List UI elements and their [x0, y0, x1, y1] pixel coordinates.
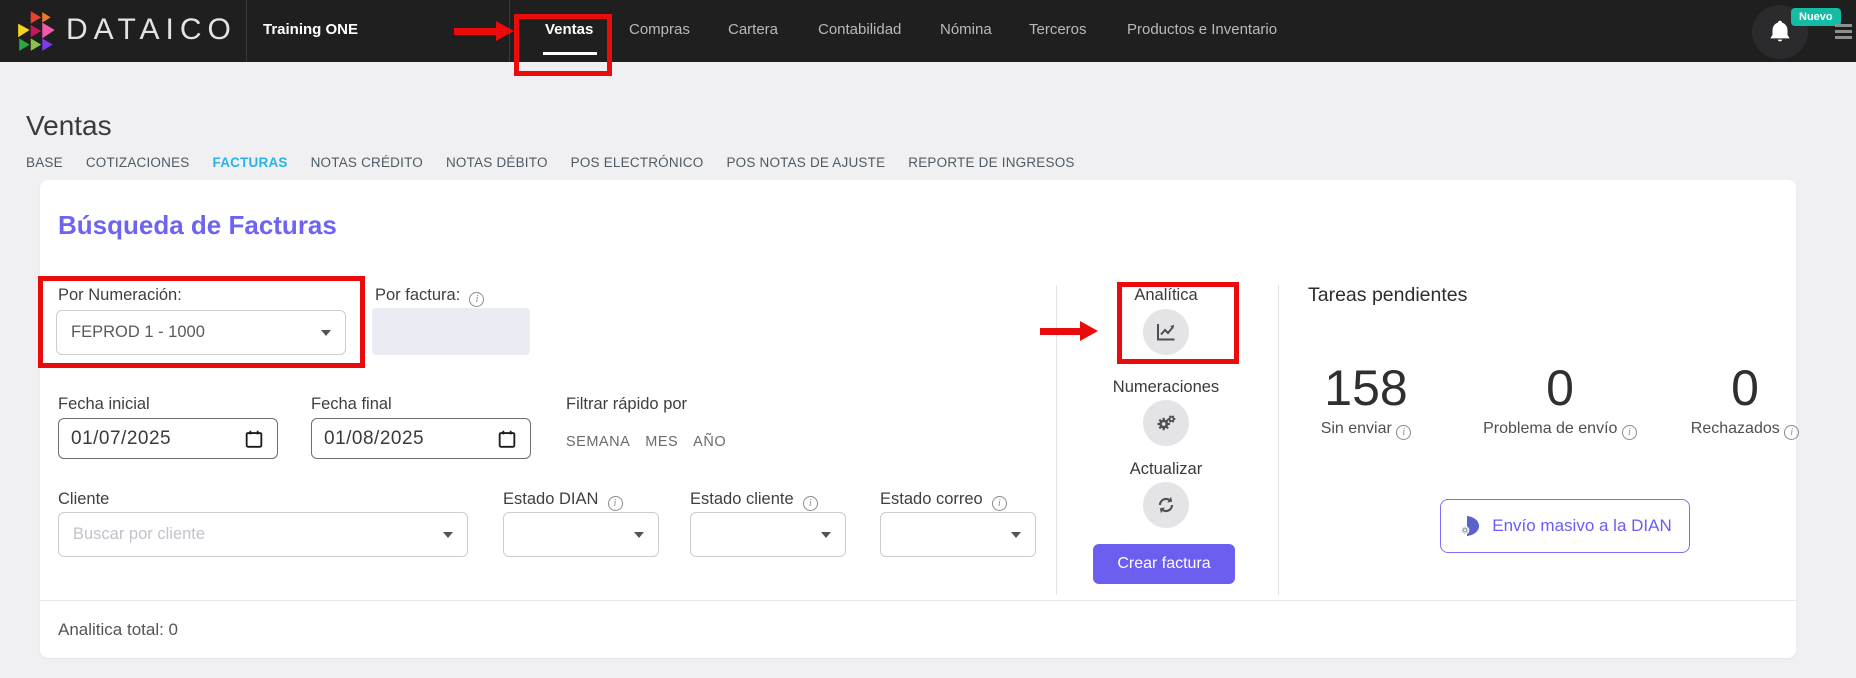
dataico-logo[interactable] [14, 9, 60, 53]
estado-dian-select[interactable] [503, 512, 659, 557]
menu-icon[interactable] [1835, 24, 1852, 42]
info-icon[interactable]: i [802, 496, 818, 511]
cliente-select[interactable]: Buscar por cliente [58, 512, 468, 557]
tab-reporte-de-ingresos[interactable]: REPORTE DE INGRESOS [908, 155, 1074, 170]
nav-item-cartera[interactable]: Cartera [728, 21, 778, 38]
page-title: Ventas [26, 110, 112, 141]
quick-filter-mes[interactable]: MES [645, 434, 678, 450]
fecha-inicial-label: Fecha inicial [58, 395, 150, 413]
calendar-icon[interactable] [496, 428, 518, 450]
estado-correo-label: Estado correo i [880, 490, 1007, 511]
quick-filter-semana[interactable]: SEMANA [566, 434, 630, 450]
info-icon[interactable]: i [1621, 425, 1637, 440]
gears-icon [1157, 415, 1176, 431]
dian-logo-icon [1460, 516, 1480, 536]
stat-value: 0 [1731, 360, 1759, 416]
annotation-box-ventas [514, 14, 612, 76]
quick-filter-label: Filtrar rápido por [566, 395, 688, 413]
quick-filter-options: SEMANA MES AÑO [566, 434, 726, 450]
calendar-icon[interactable] [243, 428, 265, 450]
tab-pos-electronico[interactable]: POS ELECTRÓNICO [571, 155, 704, 170]
fecha-final-input[interactable]: 01/08/2025 [311, 418, 531, 459]
stat-label: Problema de envío i [1470, 420, 1650, 440]
card-divider [1278, 285, 1279, 595]
estado-correo-select[interactable] [880, 512, 1036, 557]
nav-item-compras[interactable]: Compras [629, 21, 690, 38]
chevron-down-icon [443, 531, 453, 538]
crear-factura-button[interactable]: Crear factura [1093, 544, 1235, 584]
card-title: Búsqueda de Facturas [58, 210, 337, 240]
analitica-total-text: Analitica total: 0 [58, 620, 179, 639]
company-selector[interactable]: Training ONE [263, 21, 358, 38]
quick-filter-ano[interactable]: AÑO [693, 434, 726, 450]
annotation-arrow-analitica [1040, 328, 1082, 335]
stat-problema-envio: 0 Problema de envío i [1470, 360, 1650, 440]
estado-dian-label: Estado DIAN i [503, 490, 623, 511]
tab-notas-debito[interactable]: NOTAS DÉBITO [446, 155, 548, 170]
tab-base[interactable]: BASE [26, 155, 63, 170]
factura-input[interactable] [372, 308, 530, 355]
card-footer-divider [40, 600, 1796, 601]
cliente-label: Cliente [58, 490, 110, 508]
tab-pos-notas-de-ajuste[interactable]: POS NOTAS DE AJUSTE [726, 155, 885, 170]
info-icon[interactable]: i [469, 292, 485, 307]
nav-item-nomina[interactable]: Nómina [940, 21, 992, 38]
numeraciones-button[interactable] [1143, 400, 1189, 446]
stat-label: Rechazados i [1655, 420, 1835, 440]
tab-facturas[interactable]: FACTURAS [213, 155, 288, 170]
envio-masivo-dian-button[interactable]: Envío masivo a la DIAN [1440, 499, 1690, 553]
factura-label: Por factura: i [375, 286, 485, 307]
annotation-arrowhead-analitica [1080, 321, 1098, 341]
tab-cotizaciones[interactable]: COTIZACIONES [86, 155, 190, 170]
tareas-pendientes-title: Tareas pendientes [1308, 284, 1468, 306]
annotation-arrowhead-nav [496, 21, 514, 41]
estado-cliente-label: Estado cliente i [690, 490, 818, 511]
numeraciones-label: Numeraciones [1112, 378, 1220, 396]
brand-wordmark: DATAICO [66, 13, 237, 46]
actualizar-button[interactable] [1143, 482, 1189, 528]
estado-cliente-select[interactable] [690, 512, 846, 557]
navbar: DATAICO Training ONE Ventas Compras Cart… [0, 0, 1856, 62]
navbar-divider [246, 0, 247, 62]
stat-label: Sin enviar i [1276, 420, 1456, 440]
info-icon[interactable]: i [607, 496, 623, 511]
cliente-placeholder: Buscar por cliente [73, 525, 206, 543]
stat-rechazados: 0 Rechazados i [1655, 360, 1835, 440]
new-badge: Nuevo [1791, 8, 1841, 26]
info-icon[interactable]: i [991, 496, 1007, 511]
tab-notas-credito[interactable]: NOTAS CRÉDITO [311, 155, 423, 170]
chevron-down-icon [821, 531, 831, 538]
refresh-icon [1158, 496, 1174, 514]
nav-item-productos[interactable]: Productos e Inventario [1127, 21, 1277, 38]
stat-value: 158 [1324, 360, 1408, 416]
stat-value: 0 [1546, 360, 1574, 416]
chevron-down-icon [1011, 531, 1021, 538]
section-tabs: BASE COTIZACIONES FACTURAS NOTAS CRÉDITO… [26, 155, 1075, 170]
annotation-box-analitica [1117, 282, 1239, 364]
annotation-arrow-nav [454, 28, 498, 35]
info-icon[interactable]: i [1784, 425, 1800, 440]
nav-item-contabilidad[interactable]: Contabilidad [818, 21, 901, 38]
actualizar-label: Actualizar [1129, 460, 1203, 478]
annotation-box-numeracion [38, 276, 365, 368]
info-icon[interactable]: i [1396, 425, 1412, 440]
fecha-final-label: Fecha final [311, 395, 392, 413]
fecha-inicial-input[interactable]: 01/07/2025 [58, 418, 278, 459]
chevron-down-icon [634, 531, 644, 538]
nav-item-terceros[interactable]: Terceros [1029, 21, 1087, 38]
stat-sin-enviar: 158 Sin enviar i [1276, 360, 1456, 440]
